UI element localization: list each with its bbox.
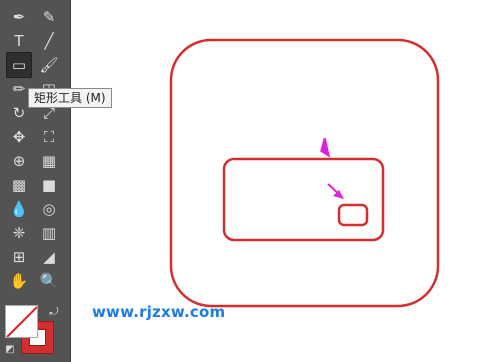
arrow-annotation-1	[320, 137, 331, 158]
none-slash-icon	[6, 306, 37, 337]
small-rounded-rectangle[interactable]	[337, 203, 369, 227]
large-rounded-rectangle[interactable]	[169, 38, 440, 308]
arrow-annotation-2	[327, 183, 344, 199]
medium-rounded-rectangle[interactable]	[222, 157, 385, 242]
artboard-canvas	[169, 38, 440, 308]
site-watermark: www.rjzxw.com	[92, 303, 226, 321]
fill-color-swatch[interactable]	[5, 305, 38, 338]
